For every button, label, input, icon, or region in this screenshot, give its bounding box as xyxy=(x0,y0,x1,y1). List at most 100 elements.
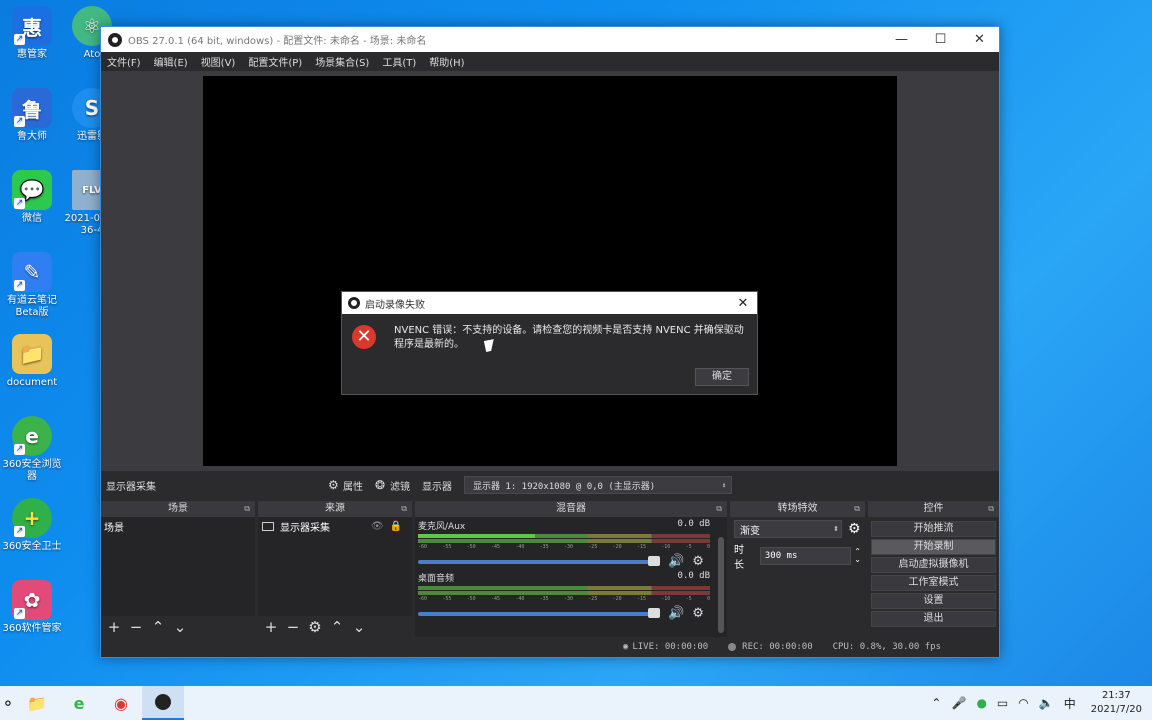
menu-scene-collection[interactable]: 场景集合(S) xyxy=(315,54,369,69)
desktop-icon-360-safe[interactable]: + ↗ 360安全卫士 xyxy=(0,498,64,553)
live-status: ◉ LIVE: 00:00:00 xyxy=(623,642,708,652)
wifi-icon[interactable]: ◠ xyxy=(1018,696,1028,710)
transition-type-value: 渐变 xyxy=(740,525,760,537)
gear-icon[interactable]: ⚙ xyxy=(692,606,704,621)
desktop-icon-document[interactable]: 📁 document xyxy=(0,334,64,389)
move-down-icon[interactable]: ⌄ xyxy=(352,620,366,635)
track-name: 麦克风/Aux xyxy=(418,522,466,532)
dock-float-icon[interactable]: ⧉ xyxy=(988,501,994,517)
desktop-icon-huiguanjia[interactable]: 惠 ↗ 惠管家 xyxy=(0,6,64,61)
add-scene-icon[interactable]: + xyxy=(107,620,121,635)
menu-tools[interactable]: 工具(T) xyxy=(382,54,416,69)
error-dialog: 启动录像失败 ✕ ✕ NVENC 错误：不支持的设备。请检查您的视频卡是否支持 … xyxy=(341,291,758,395)
chevron-up-icon[interactable]: ⌃ xyxy=(931,696,941,710)
speaker-icon[interactable]: 🔈 xyxy=(1039,696,1054,710)
menu-file[interactable]: 文件(F) xyxy=(107,54,141,69)
track-db: 0.0 dB xyxy=(677,519,710,529)
360-tray-icon[interactable]: ● xyxy=(976,696,986,710)
properties-button[interactable]: ⚙ 属性 xyxy=(328,478,363,493)
sources-list: 显示器采集 👁🔒 xyxy=(258,517,412,616)
volume-slider[interactable] xyxy=(418,555,660,566)
broadcast-icon: ◉ xyxy=(622,642,629,652)
obs-taskbar-icon[interactable] xyxy=(142,686,184,720)
source-settings-icon[interactable]: ⚙ xyxy=(308,620,322,635)
obs-logo-icon xyxy=(348,297,360,309)
settings-button[interactable]: 设置 xyxy=(871,593,996,609)
speaker-icon[interactable]: 🔊 xyxy=(668,606,684,621)
window-titlebar[interactable]: OBS 27.0.1 (64 bit, windows) - 配置文件: 未命名… xyxy=(101,27,999,52)
desktop-icon-wechat[interactable]: 💬 ↗ 微信 xyxy=(0,170,64,225)
dialog-close-icon[interactable]: ✕ xyxy=(729,296,757,311)
filters-button[interactable]: ❂ 滤镜 xyxy=(375,478,410,493)
minimize-button[interactable]: — xyxy=(882,32,921,47)
start-recording-button[interactable]: 开始录制 xyxy=(871,539,996,555)
scenes-dock: 场景 ⧉ 场景 + − ⌃ ⌄ xyxy=(101,501,255,638)
microphone-icon[interactable]: 🎤 xyxy=(951,696,966,710)
volume-slider-handle[interactable] xyxy=(648,555,660,566)
mixer-track-desktop: 桌面音频 0.0 dB -60 -55 -50 -45 -40 -35 -30 -25 -20-… xyxy=(418,571,710,621)
preview-canvas[interactable] xyxy=(203,76,897,466)
gear-icon[interactable]: ⚙ xyxy=(848,521,861,537)
desktop-icon-label: 360软件管家 xyxy=(2,623,62,634)
gear-icon[interactable]: ⚙ xyxy=(692,554,704,569)
dock-float-icon[interactable]: ⧉ xyxy=(244,501,250,517)
meter-ticks: -60 -55 -50 -45 -40 -35 -30 -25 -20 -15 -10 -5 0 xyxy=(418,544,710,550)
display-select[interactable]: 显示器 1: 1920x1080 @ 0,0 (主显示器) ⬍ xyxy=(464,476,732,494)
add-source-icon[interactable]: + xyxy=(264,620,278,635)
sources-dock-title: 来源 xyxy=(325,503,345,514)
move-up-icon[interactable]: ⌃ xyxy=(151,620,165,635)
source-toolbar: 显示器采集 ⚙ 属性 ❂ 滤镜 显示器 显示器 1: 1920x1080 @ 0… xyxy=(101,473,999,497)
visibility-lock-icons[interactable]: 👁🔒 xyxy=(371,521,408,532)
speaker-icon[interactable]: 🔊 xyxy=(668,554,684,569)
menu-edit[interactable]: 编辑(E) xyxy=(154,54,188,69)
360-browser-taskbar-icon[interactable]: e xyxy=(58,686,100,720)
volume-slider-handle[interactable] xyxy=(648,607,660,618)
duration-label: 时长 xyxy=(734,545,744,571)
search-icon[interactable]: ⚬ xyxy=(0,686,16,720)
move-down-icon[interactable]: ⌄ xyxy=(173,620,187,635)
desktop-icon-360-browser[interactable]: e ↗ 360安全浏览器 xyxy=(0,416,64,483)
remove-source-icon[interactable]: − xyxy=(286,620,300,635)
volume-meter xyxy=(418,591,710,595)
dock-float-icon[interactable]: ⧉ xyxy=(401,501,407,517)
dock-float-icon[interactable]: ⧉ xyxy=(716,501,722,517)
desktop-icon-label: 有道云笔记 Beta版 xyxy=(7,295,57,318)
spin-arrows-icon[interactable]: ⌃ ⌄ xyxy=(854,548,861,564)
transition-type-select[interactable]: 渐变 ⬍ xyxy=(734,520,842,538)
menu-profile[interactable]: 配置文件(P) xyxy=(248,54,302,69)
exit-button[interactable]: 退出 xyxy=(871,611,996,627)
transitions-dock-header: 转场特效 ⧉ xyxy=(730,501,865,517)
studio-mode-button[interactable]: 工作室模式 xyxy=(871,575,996,591)
source-item[interactable]: 显示器采集 👁🔒 xyxy=(258,517,412,536)
desktop-icon-ludashi[interactable]: 鲁 ↗ 鲁大师 xyxy=(0,88,64,143)
close-button[interactable]: ✕ xyxy=(960,32,999,47)
scene-item[interactable]: 场景 xyxy=(101,517,255,536)
desktop-icon-youdao[interactable]: ✎ ↗ 有道云笔记 Beta版 xyxy=(0,252,64,319)
dock-float-icon[interactable]: ⧉ xyxy=(854,501,860,517)
dialog-titlebar[interactable]: 启动录像失败 ✕ xyxy=(342,292,757,314)
volume-meter xyxy=(418,539,710,543)
start-streaming-button[interactable]: 开始推流 xyxy=(871,521,996,537)
duration-spinbox[interactable]: 300 ms xyxy=(759,547,852,565)
display-label: 显示器 xyxy=(422,481,452,493)
desktop-icon-label: 360安全卫士 xyxy=(2,541,62,552)
start-virtual-camera-button[interactable]: 启动虚拟摄像机 xyxy=(871,557,996,573)
volume-meter xyxy=(418,586,710,590)
updown-arrows-icon: ⬍ xyxy=(721,480,727,490)
chrome-icon[interactable]: ◉ xyxy=(100,686,142,720)
ok-button[interactable]: 确定 xyxy=(695,368,749,386)
shortcut-arrow-icon: ↗ xyxy=(14,198,25,209)
menu-view[interactable]: 视图(V) xyxy=(201,54,236,69)
battery-icon[interactable]: ▭ xyxy=(997,696,1008,710)
clock[interactable]: 21:37 2021/7/20 xyxy=(1086,689,1147,717)
input-method-icon[interactable]: 中 xyxy=(1064,695,1076,712)
move-up-icon[interactable]: ⌃ xyxy=(330,620,344,635)
mixer-scrollbar[interactable] xyxy=(718,537,724,633)
file-explorer-icon[interactable]: 📁 xyxy=(16,686,58,720)
maximize-button[interactable]: ☐ xyxy=(921,32,960,47)
volume-slider[interactable] xyxy=(418,607,660,618)
remove-scene-icon[interactable]: − xyxy=(129,620,143,635)
desktop-icon-label: 微信 xyxy=(22,213,42,224)
desktop-icon-360-soft[interactable]: ✿ ↗ 360软件管家 xyxy=(0,580,64,635)
menu-help[interactable]: 帮助(H) xyxy=(429,54,464,69)
